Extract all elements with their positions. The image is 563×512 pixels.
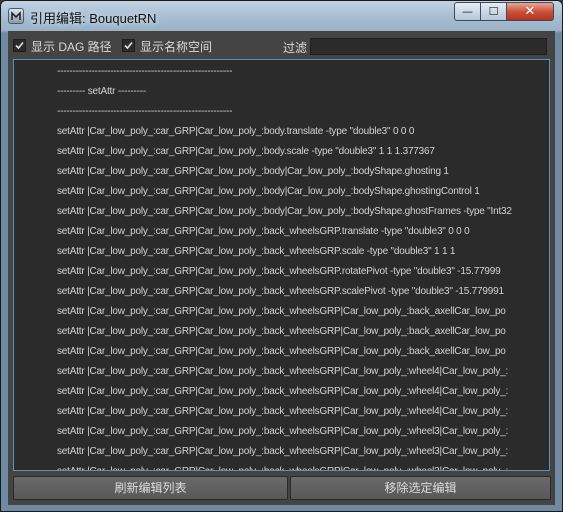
show-dag-path-checkbox[interactable] <box>13 39 26 52</box>
edit-line[interactable]: setAttr |Car_low_poly_:car_GRP|Car_low_p… <box>57 406 508 417</box>
edit-line[interactable]: ----------------------------------------… <box>57 66 232 77</box>
edit-line[interactable]: setAttr |Car_low_poly_:car_GRP|Car_low_p… <box>57 286 504 297</box>
reference-editor-window: 引用编辑: BouquetRN — ☐ ✕ 显示 DAG 路径 显示名称空间 过… <box>0 0 563 512</box>
edit-line[interactable]: setAttr |Car_low_poly_:car_GRP|Car_low_p… <box>57 306 506 317</box>
checkmark-icon <box>15 41 24 50</box>
options-row: 显示 DAG 路径 显示名称空间 过滤 <box>8 31 555 59</box>
editor-panel: 显示 DAG 路径 显示名称空间 过滤 --------------------… <box>8 31 555 505</box>
edit-line[interactable]: setAttr |Car_low_poly_:car_GRP|Car_low_p… <box>57 226 470 237</box>
edit-line[interactable]: setAttr |Car_low_poly_:car_GRP|Car_low_p… <box>57 266 501 277</box>
edits-list: ----------------------------------------… <box>14 60 549 470</box>
edit-line[interactable]: setAttr |Car_low_poly_:car_GRP|Car_low_p… <box>57 466 508 470</box>
show-namespace-label[interactable]: 显示名称空间 <box>140 38 212 55</box>
edit-line[interactable]: ----------------------------------------… <box>57 106 232 117</box>
edit-line[interactable]: setAttr |Car_low_poly_:car_GRP|Car_low_p… <box>57 206 512 217</box>
close-button[interactable]: ✕ <box>506 2 554 21</box>
show-dag-path-label[interactable]: 显示 DAG 路径 <box>31 38 112 55</box>
filter-input[interactable] <box>310 38 547 55</box>
edits-text-area[interactable]: ----------------------------------------… <box>13 59 550 471</box>
edit-line[interactable]: setAttr |Car_low_poly_:car_GRP|Car_low_p… <box>57 346 506 357</box>
filter-label: 过滤 <box>283 41 308 55</box>
show-namespace-checkbox[interactable] <box>122 39 135 52</box>
remove-selected-edits-button[interactable]: 移除选定编辑 <box>290 476 551 500</box>
refresh-edits-button[interactable]: 刷新编辑列表 <box>13 476 288 500</box>
button-row: 刷新编辑列表 移除选定编辑 <box>8 476 555 500</box>
minimize-button[interactable]: — <box>454 2 481 21</box>
edit-line[interactable]: setAttr |Car_low_poly_:car_GRP|Car_low_p… <box>57 246 455 257</box>
window-title: 引用编辑: BouquetRN <box>30 11 157 26</box>
edit-line[interactable]: setAttr |Car_low_poly_:car_GRP|Car_low_p… <box>57 326 506 337</box>
maya-app-icon <box>8 8 24 24</box>
edit-line[interactable]: setAttr |Car_low_poly_:car_GRP|Car_low_p… <box>57 386 508 397</box>
edit-line[interactable]: --------- setAttr --------- <box>57 86 146 97</box>
edit-line[interactable]: setAttr |Car_low_poly_:car_GRP|Car_low_p… <box>57 446 508 457</box>
edit-line[interactable]: setAttr |Car_low_poly_:car_GRP|Car_low_p… <box>57 426 508 437</box>
maximize-button[interactable]: ☐ <box>480 2 507 21</box>
title-bar[interactable]: 引用编辑: BouquetRN — ☐ ✕ <box>1 1 562 31</box>
edit-line[interactable]: setAttr |Car_low_poly_:car_GRP|Car_low_p… <box>57 186 480 197</box>
edit-line[interactable]: setAttr |Car_low_poly_:car_GRP|Car_low_p… <box>57 126 414 137</box>
checkmark-icon <box>124 41 133 50</box>
edit-line[interactable]: setAttr |Car_low_poly_:car_GRP|Car_low_p… <box>57 146 435 157</box>
edit-line[interactable]: setAttr |Car_low_poly_:car_GRP|Car_low_p… <box>57 166 449 177</box>
edit-line[interactable]: setAttr |Car_low_poly_:car_GRP|Car_low_p… <box>57 366 508 377</box>
